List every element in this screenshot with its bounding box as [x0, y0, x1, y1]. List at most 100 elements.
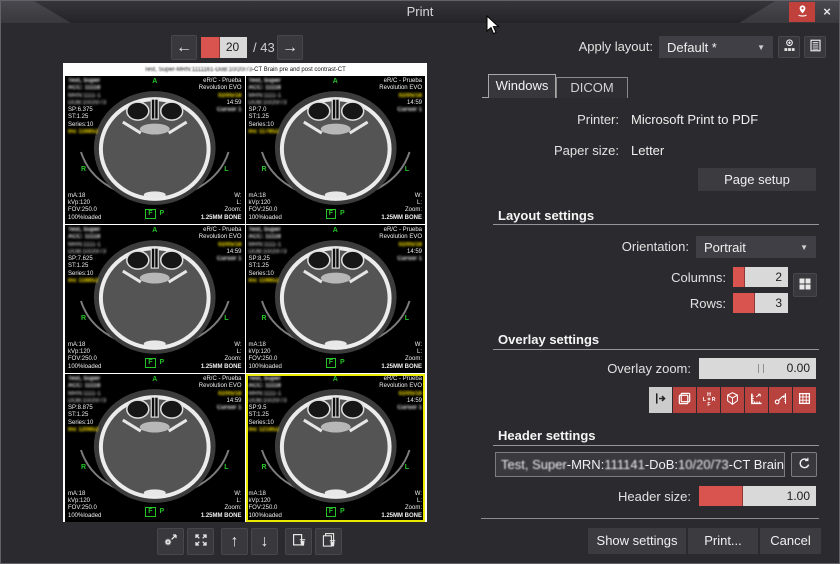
grid-layout-button[interactable]	[793, 273, 817, 297]
overlay-line: 02/05/18	[199, 93, 242, 100]
overlay-settings-heading: Overlay settings	[498, 332, 599, 347]
printer-value: Microsoft Print to PDF	[631, 112, 758, 127]
orientation-marker-posterior: P	[160, 507, 165, 517]
rows-value: 3	[755, 293, 788, 313]
save-layout-button[interactable]	[778, 36, 800, 58]
overlay-line: Cursor 1	[199, 405, 242, 412]
cell-overlay-top-left: Test, SuperACC: 11118MRN:1111-1DOB:10/20…	[249, 227, 287, 285]
overlay-ruler-button[interactable]	[745, 387, 768, 413]
overlay-table-grid-button[interactable]	[793, 387, 816, 413]
layers-icon	[677, 391, 692, 409]
text-segment: -CT Brain pre	[729, 457, 785, 472]
move-page-up-button[interactable]: ↑	[221, 528, 248, 555]
overlay-line: Revolution EVO	[379, 383, 422, 390]
tab-windows[interactable]: Windows	[488, 74, 556, 98]
svg-text:R: R	[711, 397, 715, 403]
overlay-layers-button[interactable]	[673, 387, 696, 413]
overlay-line: MRN:1111-1	[249, 391, 287, 398]
move-page-down-button[interactable]: ↓	[251, 528, 278, 555]
overlay-line: Inc 116852	[68, 129, 106, 136]
overlay-line: Cursor 1	[199, 107, 242, 114]
preview-cell-selected[interactable]: Test, SuperACC: 11118MRN:1111-1DOB:10/20…	[246, 374, 426, 522]
overlay-line: Revolution EVO	[199, 383, 242, 390]
preview-cell[interactable]: Test, SuperACC: 11118MRN:1111-1DOB:10/20…	[246, 225, 426, 373]
columns-spinner[interactable]: 2	[733, 267, 788, 287]
rows-label: Rows:	[481, 296, 726, 311]
show-settings-button[interactable]: Show settings	[588, 528, 686, 554]
header-reset-button[interactable]	[791, 452, 817, 477]
header-text-input[interactable]: Test, Super-MRN:111141-DoB:10/20/73-CT B…	[495, 452, 785, 477]
overlay-line: ACC: 11118	[249, 383, 287, 390]
overlay-line: 02/05/18	[199, 391, 242, 398]
overlay-line: MRN:1111-1	[68, 391, 106, 398]
overlay-orientation-letters-button[interactable]: HLRF	[697, 387, 720, 413]
orientation-marker-posterior: P	[340, 358, 345, 368]
rows-spinner[interactable]: 3	[733, 293, 788, 313]
overlay-line: L:	[381, 498, 422, 505]
overlay-line: L:	[201, 349, 242, 356]
overlay-line: Cursor 1	[379, 256, 422, 263]
preview-cell[interactable]: Test, SuperACC: 11118MRN:1111-1DOB:10/20…	[246, 76, 426, 224]
pin-icon	[795, 3, 810, 22]
close-button[interactable]: ×	[817, 2, 837, 22]
overlay-toggle-button[interactable]	[649, 387, 672, 413]
rows-spinner-fill	[733, 293, 755, 313]
svg-text:H: H	[707, 392, 711, 398]
fit-content-button[interactable]	[157, 528, 184, 555]
orientation-marker-right: R	[262, 166, 267, 173]
paper-size-value: Letter	[631, 143, 664, 158]
overlay-line: kVp:120	[249, 349, 282, 356]
overlay-line: DOB:10/20/73	[68, 100, 106, 107]
orientation-marker-right: R	[262, 464, 267, 471]
apply-layout-value: Default *	[667, 40, 717, 55]
overlay-line: W:	[201, 491, 242, 498]
apply-layout-dropdown[interactable]: Default * ▼	[659, 36, 773, 58]
overlay-zoom-slider[interactable]: 0.00	[699, 358, 816, 379]
overlay-line: DOB:10/20/73	[249, 100, 287, 107]
overlay-line: Series:10	[68, 420, 106, 427]
overlay-line: L:	[201, 200, 242, 207]
orientation-dropdown[interactable]: Portrait ▼	[696, 236, 816, 258]
next-page-button[interactable]: →	[277, 35, 303, 60]
print-button[interactable]: Print...	[688, 528, 758, 554]
expand-button[interactable]	[187, 528, 214, 555]
overlay-line: kVp:120	[249, 200, 282, 207]
page-number-spinner[interactable]: 20	[201, 37, 247, 58]
overlay-orientation-cube-button[interactable]	[721, 387, 744, 413]
header-settings-divider	[493, 445, 819, 446]
overlay-line: ACC: 11118	[68, 234, 106, 241]
page-setup-button[interactable]: Page setup	[698, 168, 816, 191]
overlay-line: DOB:10/20/73	[249, 249, 287, 256]
orientation-marker-right: R	[81, 464, 86, 471]
overlay-line: L:	[381, 200, 422, 207]
layout-list-icon	[808, 38, 823, 56]
overlay-line: Cursor 1	[379, 107, 422, 114]
overlay-line: ST:1.25	[249, 263, 287, 270]
overlay-line: Series:10	[68, 271, 106, 278]
orientation-marker-posterior: P	[340, 209, 345, 219]
preview-cell[interactable]: Test, SuperACC: 11118MRN:1111-1DOB:10/20…	[65, 225, 245, 373]
overlay-line: SP:8.25	[249, 256, 287, 263]
header-size-slider[interactable]: 1.00	[699, 486, 816, 506]
orientation-marker-anterior: A	[65, 78, 245, 85]
orientation-marker-bottom: FP	[246, 209, 426, 219]
overlay-key-ruler-button[interactable]	[769, 387, 792, 413]
overlay-line: Cursor 1	[379, 405, 422, 412]
preview-cell[interactable]: Test, SuperACC: 11118MRN:1111-1DOB:10/20…	[65, 76, 245, 224]
overlay-line: Revolution EVO	[379, 234, 422, 241]
overlay-line: SP:6.375	[68, 107, 106, 114]
layout-settings-heading: Layout settings	[498, 208, 594, 223]
preview-cell[interactable]: Test, SuperACC: 11118MRN:1111-1DOB:10/20…	[65, 374, 245, 522]
orientation-marker-left: L	[405, 464, 409, 471]
delete-all-pages-button[interactable]	[315, 528, 342, 555]
pin-button[interactable]	[789, 2, 815, 22]
overlay-line: Series:10	[249, 271, 287, 278]
overlay-line: Revolution EVO	[379, 85, 422, 92]
layout-list-button[interactable]	[804, 36, 826, 58]
delete-page-button[interactable]	[285, 528, 312, 555]
prev-page-button[interactable]: ←	[171, 35, 197, 60]
orientation-marker-left: L	[224, 315, 228, 322]
cancel-button[interactable]: Cancel	[760, 528, 821, 554]
orientation-letters-icon: HLRF	[701, 391, 717, 410]
tab-dicom[interactable]: DICOM	[556, 77, 628, 98]
